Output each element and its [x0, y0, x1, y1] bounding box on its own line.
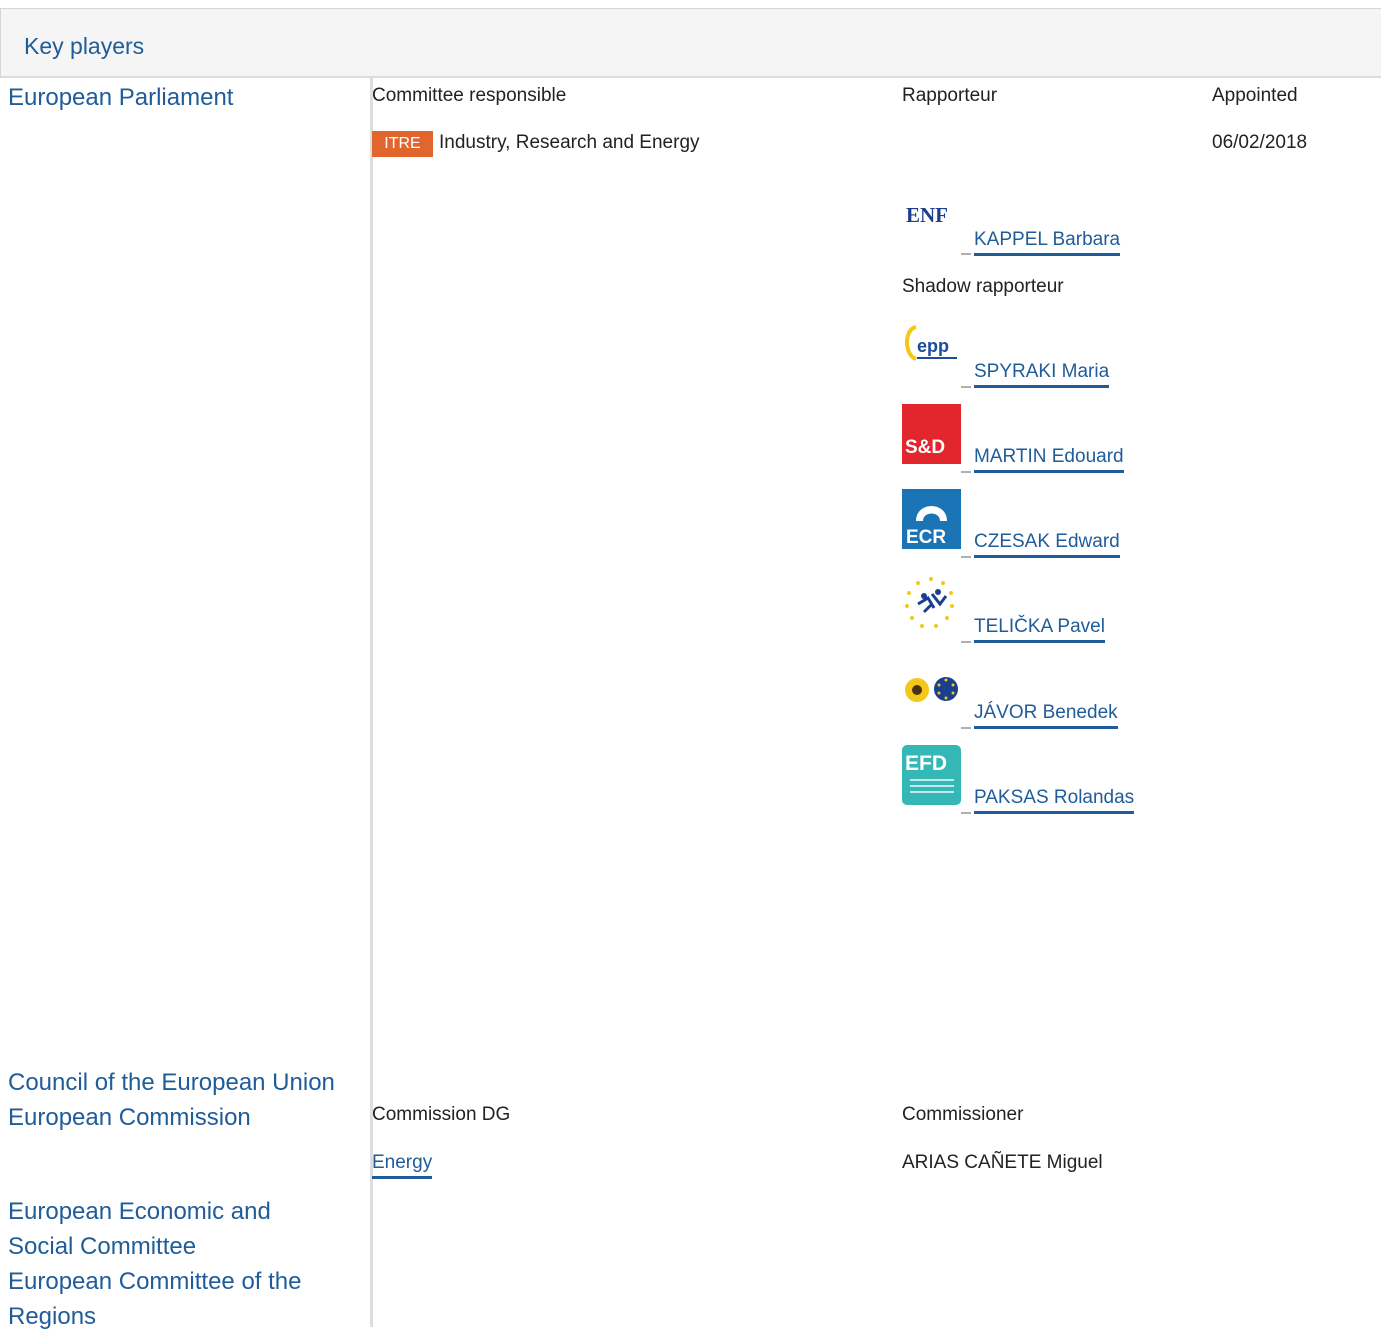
institution-european-parliament[interactable]: European Parliament [8, 80, 233, 115]
epp-logo-icon: epp [902, 319, 961, 379]
column-header-commission-dg: Commission DG [372, 1104, 511, 1125]
epp-logo-text: epp [917, 336, 949, 356]
institution-eesc-line1[interactable]: European Economic and [8, 1194, 271, 1229]
enf-logo-icon: ENF [902, 186, 961, 246]
logo-base [961, 556, 971, 558]
shadow-link-paksas[interactable]: PAKSAS Rolandas [974, 787, 1135, 814]
logo-base [961, 471, 971, 473]
rapporteur-link-kappel[interactable]: KAPPEL Barbara [974, 229, 1121, 256]
efdd-logo-icon: EFD [902, 745, 961, 805]
appointed-date: 06/02/2018 [1212, 132, 1308, 153]
institution-cor-line2[interactable]: Regions [8, 1299, 96, 1334]
alde-logo-icon [902, 574, 961, 634]
column-header-commissioner: Commissioner [902, 1104, 1024, 1125]
institution-council[interactable]: Council of the European Union [8, 1065, 335, 1100]
logo-base [961, 727, 971, 729]
commission-dg-link-energy[interactable]: Energy [372, 1152, 433, 1179]
shadow-link-czesak[interactable]: CZESAK Edward [974, 531, 1120, 558]
efd-logo-text: EFD [905, 752, 947, 775]
committee-code-badge[interactable]: ITRE [372, 131, 433, 157]
key-players-header: Key players [0, 8, 1381, 78]
logo-base [961, 641, 971, 643]
shadow-link-javor[interactable]: JÁVOR Benedek [974, 702, 1118, 729]
ecr-logo-text: ECR [906, 527, 946, 548]
shadow-link-spyraki[interactable]: SPYRAKI Maria [974, 361, 1110, 388]
sd-logo-text: S&D [905, 437, 945, 458]
greens-efa-logo-icon [902, 660, 961, 720]
institution-european-commission[interactable]: European Commission [8, 1100, 251, 1135]
logo-base [961, 386, 971, 388]
institution-cor-line1[interactable]: European Committee of the [8, 1264, 302, 1299]
committee-name: Industry, Research and Energy [439, 132, 700, 153]
column-header-rapporteur: Rapporteur [902, 85, 998, 106]
ecr-logo-icon: ECR [902, 489, 961, 549]
sd-logo-icon: S&D [902, 404, 961, 464]
institutions-column [0, 78, 370, 1327]
section-title: Key players [24, 33, 145, 59]
shadow-rapporteur-label: Shadow rapporteur [902, 276, 1064, 297]
institution-eesc-line2[interactable]: Social Committee [8, 1229, 196, 1264]
logo-base [961, 253, 971, 255]
commissioner-name: ARIAS CAÑETE Miguel [902, 1152, 1103, 1173]
column-header-committee: Committee responsible [372, 85, 567, 106]
column-divider [370, 78, 373, 1327]
shadow-link-telicka[interactable]: TELIČKA Pavel [974, 616, 1105, 643]
enf-logo-text: ENF [906, 203, 948, 227]
logo-base [961, 812, 971, 814]
top-spacer [0, 0, 1383, 8]
column-header-appointed: Appointed [1212, 85, 1298, 106]
shadow-link-martin[interactable]: MARTIN Edouard [974, 446, 1124, 473]
